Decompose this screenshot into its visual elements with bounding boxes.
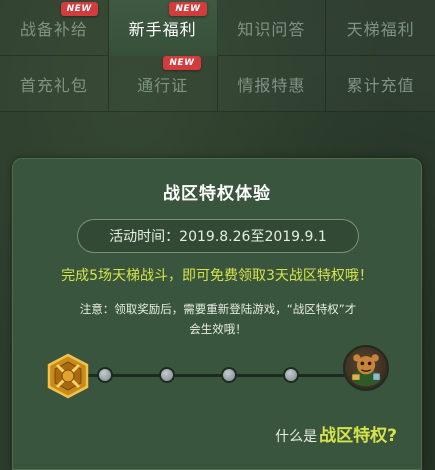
tab-label: 新手福利 xyxy=(128,20,197,39)
progress-node xyxy=(283,367,299,383)
event-description: 完成5场天梯战斗，即可免费领取3天战区特权哦！ xyxy=(61,268,373,284)
tab-label: 情报特惠 xyxy=(237,75,306,95)
tab-supply[interactable]: 战备补给 NEW xyxy=(0,0,109,56)
tab-label: 通行证 xyxy=(137,75,189,95)
tab-label: 首充礼包 xyxy=(19,75,88,95)
tab-intel-deals[interactable]: 情报特惠 xyxy=(217,56,327,112)
tab-cumulative-recharge[interactable]: 累计充值 xyxy=(326,56,435,112)
event-panel: 战区特权体验 活动时间：2019.8.26至2019.9.1 完成5场天梯战斗，… xyxy=(12,158,422,470)
reward-character-art xyxy=(351,354,381,387)
new-badge: NEW xyxy=(60,2,98,16)
tab-pass[interactable]: 通行证 NEW xyxy=(108,56,218,112)
tab-label: 累计充值 xyxy=(346,75,415,95)
tab-bar: 战备补给 NEW 新手福利 NEW 知识问答 天梯福利 首充礼包 通行证 NEW… xyxy=(0,0,435,112)
reward-character-icon[interactable] xyxy=(343,345,389,391)
progress-track xyxy=(13,339,423,399)
note-line: 注意：领取奖励后，需要重新登陆游戏，“战区特权”才 xyxy=(79,302,357,316)
note-line: 会生效哦！ xyxy=(189,322,247,336)
panel-title: 战区特权体验 xyxy=(163,184,271,204)
tab-quiz[interactable]: 知识问答 xyxy=(217,0,327,56)
tab-newbie-welfare[interactable]: 新手福利 NEW xyxy=(108,0,218,56)
tab-ladder-welfare[interactable]: 天梯福利 xyxy=(326,0,435,56)
new-badge: NEW xyxy=(169,2,207,16)
tab-label: 战备补给 xyxy=(19,19,88,39)
tab-first-charge[interactable]: 首充礼包 xyxy=(0,56,109,112)
rank-medal-icon xyxy=(47,353,89,399)
event-note: 注意：领取奖励后，需要重新登陆游戏，“战区特权”才 会生效哦！ xyxy=(53,299,383,339)
progress-node xyxy=(221,367,237,383)
tab-label: 知识问答 xyxy=(237,19,306,39)
progress-node xyxy=(159,367,175,383)
event-time: 活动时间：2019.8.26至2019.9.1 xyxy=(77,219,359,253)
help-prefix: 什么是 xyxy=(275,429,318,445)
tab-label: 天梯福利 xyxy=(346,19,415,39)
what-is-privilege-link[interactable]: 什么是 战区特权? xyxy=(275,421,397,446)
help-link-text: 战区特权? xyxy=(319,426,397,446)
new-badge: NEW xyxy=(163,56,201,70)
progress-node xyxy=(97,367,113,383)
event-time-label: 活动时间：2019.8.26至2019.9.1 xyxy=(109,229,327,245)
